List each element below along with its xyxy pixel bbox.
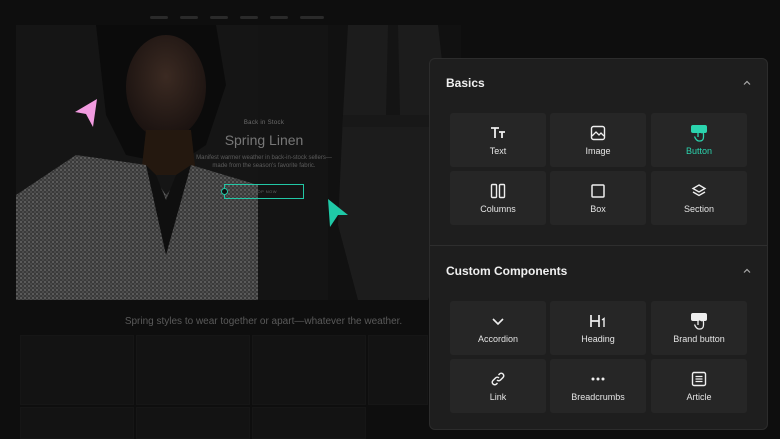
panel-divider [430,245,767,246]
nav-link[interactable] [150,16,168,19]
tile-text[interactable]: Text [450,113,546,167]
custom-components-title: Custom Components [446,264,568,278]
collaborator-cursor-teal-icon [328,199,348,227]
tile-label: Box [590,204,606,214]
collaborator-cursor-pink-icon [75,99,97,127]
brand-button-icon [691,313,707,330]
product-card[interactable] [252,335,366,405]
more-dots-icon [591,377,605,381]
tile-article[interactable]: Article [651,359,747,413]
button-icon [691,125,707,142]
hero-description: Manifest warmer weather in back-in-stock… [196,155,332,169]
tile-label: Article [686,392,712,402]
product-card[interactable] [136,335,250,405]
nav-link[interactable] [210,16,228,19]
tile-heading[interactable]: Heading [550,301,646,355]
columns-icon [490,183,506,199]
tile-link[interactable]: Link [450,359,546,413]
site-nav [150,14,340,22]
product-card[interactable] [136,407,250,439]
article-icon [691,371,707,387]
heading-icon [590,315,605,327]
product-card[interactable] [252,407,366,439]
hero-eyebrow: Back in Stock [243,120,285,126]
link-icon [491,372,505,386]
tile-label: Brand button [673,334,725,344]
tile-label: Heading [581,334,615,344]
tile-box[interactable]: Box [550,171,646,225]
nav-link[interactable] [240,16,258,19]
nav-link[interactable] [270,16,288,19]
tile-label: Button [685,146,713,156]
text-icon [491,127,505,138]
hero-headline: Spring Linen [224,132,304,148]
insert-panel: Basics Text Image Button Columns Box Sec… [429,58,768,430]
product-card[interactable] [20,407,134,439]
tile-label: Section [683,204,715,214]
tile-image[interactable]: Image [550,113,646,167]
image-icon [590,125,606,141]
custom-components-header[interactable]: Custom Components [446,261,752,281]
tile-label: Link [489,392,507,402]
tile-label: Image [585,146,611,156]
shop-now-button[interactable]: SHOP NOW [224,184,304,199]
tile-section[interactable]: Section [651,171,747,225]
selection-handle[interactable] [221,188,228,195]
section-icon [691,184,707,197]
tile-columns[interactable]: Columns [450,171,546,225]
hero-banner[interactable]: Back in Stock Spring Linen Manifest warm… [16,25,461,300]
nav-link[interactable] [300,16,324,19]
product-card[interactable] [20,335,134,405]
chevron-up-icon[interactable] [742,266,752,276]
nav-link[interactable] [180,16,198,19]
chevron-down-icon [492,318,504,326]
tile-label: Breadcrumbs [571,392,625,402]
product-card[interactable] [368,335,428,405]
tile-button[interactable]: Button [651,113,747,167]
tile-label: Text [489,146,507,156]
basics-title: Basics [446,76,485,90]
chevron-up-icon[interactable] [742,78,752,88]
tile-brand-button[interactable]: Brand button [651,301,747,355]
hero-text-block[interactable]: Back in Stock Spring Linen Manifest warm… [194,120,334,170]
tile-label: Columns [480,204,516,214]
tile-accordion[interactable]: Accordion [450,301,546,355]
tile-label: Accordion [477,334,519,344]
tile-breadcrumbs[interactable]: Breadcrumbs [550,359,646,413]
box-icon [591,184,605,198]
product-grid [16,335,428,439]
basics-header[interactable]: Basics [446,73,752,93]
